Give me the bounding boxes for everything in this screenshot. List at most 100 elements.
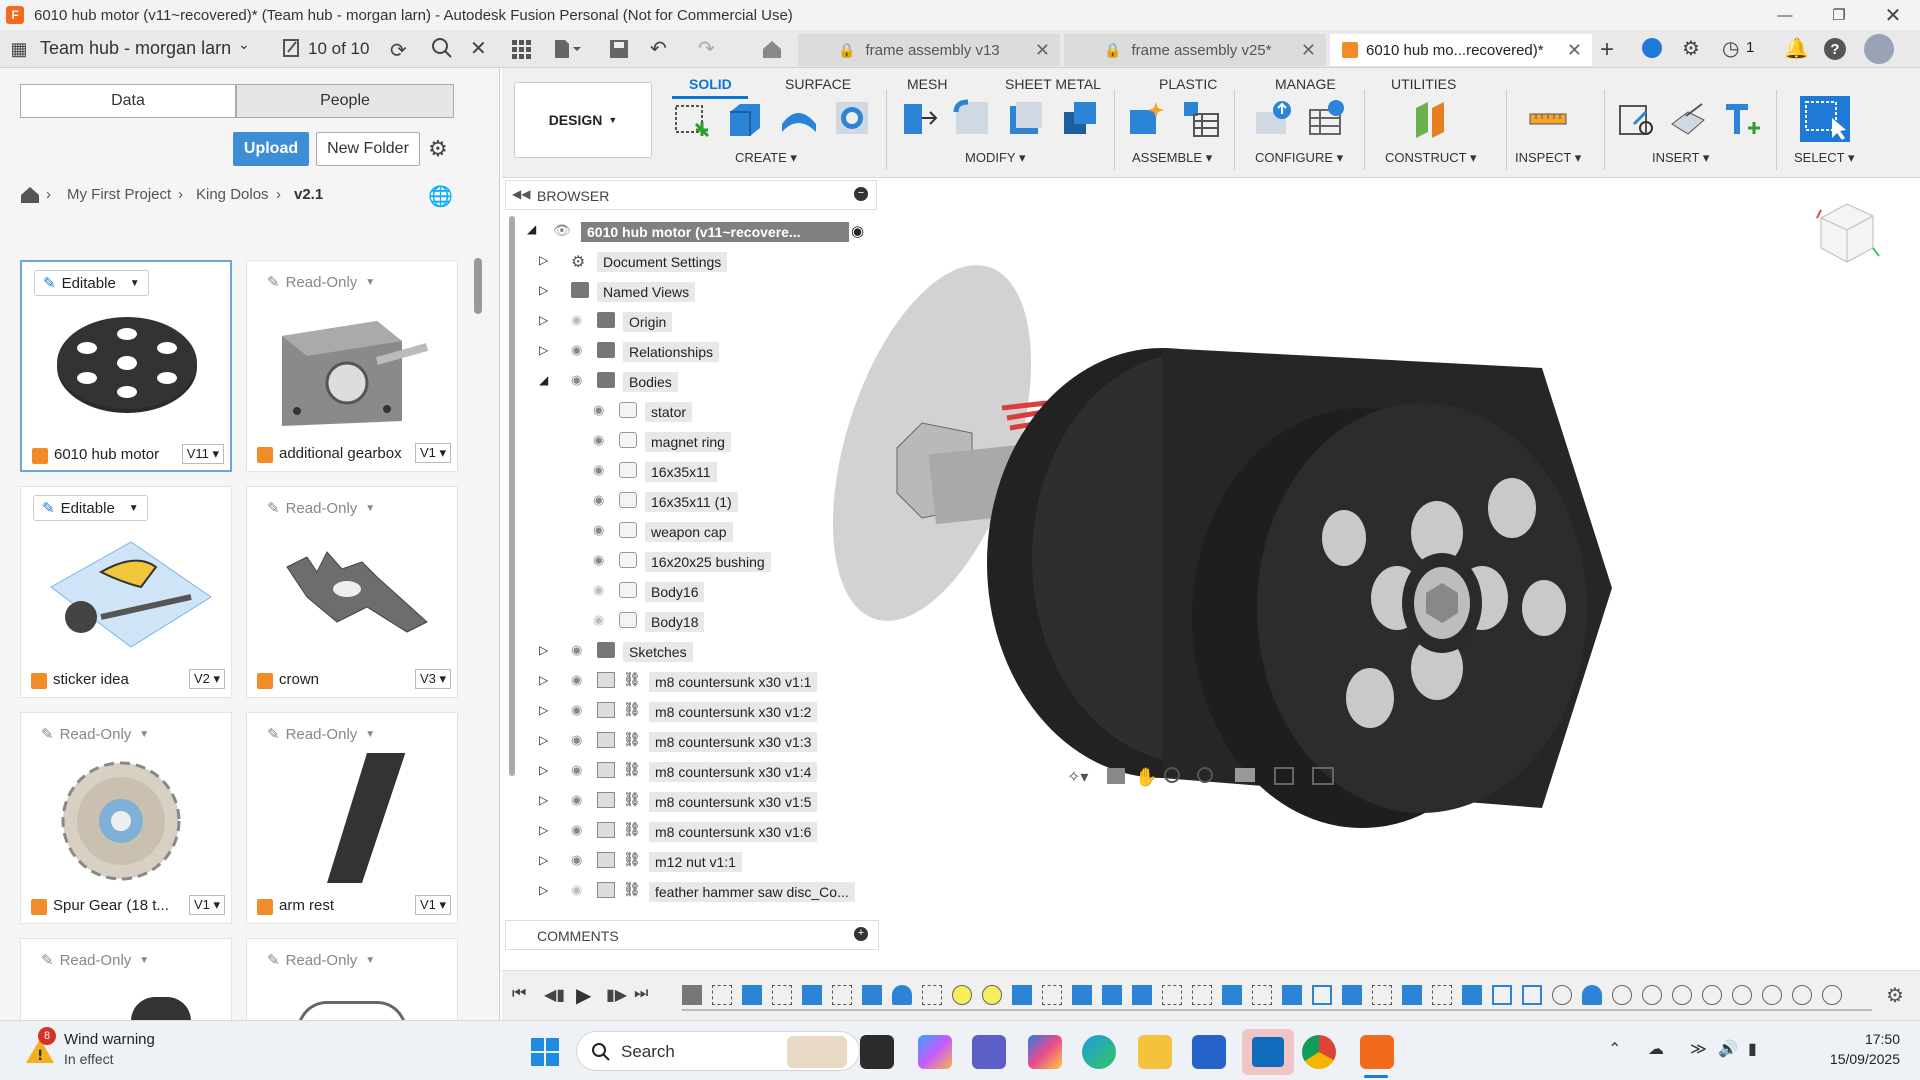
insert-mcmaster-icon[interactable] — [1720, 98, 1760, 138]
insert-menu[interactable]: INSERT ▾ — [1652, 150, 1709, 166]
shell-icon[interactable] — [1006, 98, 1046, 138]
file-explorer-icon[interactable] — [1138, 1035, 1172, 1069]
fusion-taskbar-icon[interactable] — [1360, 1035, 1394, 1069]
save-icon[interactable] — [608, 38, 630, 60]
timeline-combine-icon[interactable] — [1522, 985, 1542, 1005]
close-button[interactable]: ✕ — [1866, 0, 1920, 30]
read-only-badge[interactable]: ✎ Read-Only ▼ — [259, 495, 384, 521]
bom-icon[interactable] — [1180, 98, 1220, 138]
job-clock-icon[interactable]: ◷ — [1722, 36, 1739, 61]
new-component-icon[interactable] — [1126, 98, 1166, 138]
read-only-badge[interactable]: ✎ Read-Only ▼ — [259, 721, 384, 747]
read-only-badge[interactable]: ✎ Read-Only ▼ — [259, 947, 384, 973]
look-at-icon[interactable] — [1107, 768, 1125, 784]
select-icon[interactable] — [1800, 96, 1850, 142]
press-pull-icon[interactable] — [898, 98, 938, 138]
timeline-sketch-icon[interactable] — [1162, 985, 1182, 1005]
version-dropdown[interactable]: V2 ▾ — [188, 669, 225, 689]
insert-mesh-icon[interactable] — [1668, 98, 1708, 138]
expand-arrow-icon[interactable]: ▷ — [539, 793, 548, 807]
expand-arrow-icon[interactable]: ▷ — [539, 313, 548, 327]
timeline-joint-icon[interactable] — [1732, 985, 1752, 1005]
eye-icon[interactable]: ◉ — [593, 402, 604, 418]
browser-node-16x20x25-bushing[interactable]: ◉ 16x20x25 bushing — [505, 546, 875, 576]
expand-arrow-icon[interactable]: ▷ — [539, 673, 548, 687]
modify-menu[interactable]: MODIFY ▾ — [965, 150, 1025, 166]
expand-arrow-icon[interactable]: ▷ — [539, 343, 548, 357]
help-icon[interactable]: ? — [1824, 38, 1846, 60]
timeline-sketch-icon[interactable] — [1432, 985, 1452, 1005]
hole-icon[interactable] — [832, 98, 872, 138]
design-card-sticker-idea[interactable]: ✎ Editable ▼ sticker idea V2 ▾ — [20, 486, 232, 698]
version-dropdown[interactable]: V1 ▾ — [414, 443, 451, 463]
timeline-extrude-icon[interactable] — [1132, 985, 1152, 1005]
globe-icon[interactable]: 🌐 — [428, 184, 453, 209]
tab-frame-assembly-v25[interactable]: 🔒 frame assembly v25* ✕ — [1064, 34, 1326, 66]
battery-icon[interactable]: ▮ — [1748, 1039, 1757, 1059]
timeline-revolve-icon[interactable] — [892, 985, 912, 1005]
browser-node-document-settings[interactable]: ▷ ⚙ Document Settings — [505, 246, 875, 276]
go-to-end-icon[interactable]: ⏭ — [634, 985, 648, 1003]
construct-menu[interactable]: CONSTRUCT ▾ — [1385, 150, 1477, 166]
version-dropdown[interactable]: V1 ▾ — [188, 895, 225, 915]
timeline-revolve-icon[interactable] — [1582, 985, 1602, 1005]
inspect-menu[interactable]: INSPECT ▾ — [1515, 150, 1581, 166]
job-status-icon[interactable] — [282, 38, 302, 58]
browser-node-m12-nut-v1-1[interactable]: ▷ ◉ ⛓ m12 nut v1:1 — [505, 846, 875, 876]
comments-panel[interactable]: COMMENTS + — [505, 920, 879, 950]
search-icon[interactable] — [430, 36, 454, 60]
measure-icon[interactable] — [1528, 98, 1568, 138]
combine-icon[interactable] — [1060, 98, 1100, 138]
read-only-badge[interactable]: ✎ Read-Only ▼ — [33, 947, 158, 973]
clock-date[interactable]: 15/09/2025 — [1800, 1051, 1900, 1067]
play-icon[interactable]: ▶ — [576, 983, 591, 1008]
create-menu[interactable]: CREATE ▾ — [735, 150, 797, 166]
expand-arrow-icon[interactable]: ▷ — [539, 823, 548, 837]
browser-node-body16[interactable]: ◉ Body16 — [505, 576, 875, 606]
timeline-combine-icon[interactable] — [1492, 985, 1512, 1005]
timeline-joint-icon[interactable] — [1822, 985, 1842, 1005]
editable-badge[interactable]: ✎ Editable ▼ — [33, 495, 148, 521]
close-tab-icon[interactable]: ✕ — [1035, 40, 1050, 61]
fillet-icon[interactable] — [952, 98, 992, 138]
design-card-crown[interactable]: ✎ Read-Only ▼ crown V3 ▾ — [246, 486, 458, 698]
home-icon[interactable] — [760, 38, 784, 60]
tab-manage[interactable]: MANAGE — [1275, 76, 1336, 92]
microsoft-365-icon[interactable] — [1028, 1035, 1062, 1069]
browser-node-stator[interactable]: ◉ stator — [505, 396, 875, 426]
browser-node-m8-countersunk-x30-v1-1[interactable]: ▷ ◉ ⛓ m8 countersunk x30 v1:1 — [505, 666, 875, 696]
eye-icon[interactable]: ◉ — [571, 702, 582, 718]
design-card-arm-rest[interactable]: ✎ Read-Only ▼ arm rest V1 ▾ — [246, 712, 458, 924]
create-sketch-icon[interactable] — [670, 98, 710, 138]
extrude-icon[interactable] — [724, 98, 764, 138]
timeline-extrude-icon[interactable] — [1462, 985, 1482, 1005]
step-forward-icon[interactable]: ▮▶ — [606, 985, 627, 1005]
browser-node-m8-countersunk-x30-v1-3[interactable]: ▷ ◉ ⛓ m8 countersunk x30 v1:3 — [505, 726, 875, 756]
timeline-joint-icon[interactable] — [952, 985, 972, 1005]
collapse-arrow-icon[interactable]: ◢ — [539, 373, 548, 387]
expand-arrow-icon[interactable]: ▷ — [539, 733, 548, 747]
version-dropdown[interactable]: V1 ▾ — [414, 895, 451, 915]
tab-solid[interactable]: SOLID — [689, 76, 732, 92]
eye-hidden-icon[interactable]: ◉ — [571, 312, 582, 328]
timeline-sketch-icon[interactable] — [1192, 985, 1212, 1005]
timeline-joint-icon[interactable] — [1552, 985, 1572, 1005]
eye-icon[interactable]: ◉ — [593, 522, 604, 538]
timeline-sketch-icon[interactable] — [772, 985, 792, 1005]
browser-node-m8-countersunk-x30-v1-5[interactable]: ▷ ◉ ⛓ m8 countersunk x30 v1:5 — [505, 786, 875, 816]
timeline-sketch-icon[interactable] — [712, 985, 732, 1005]
revolve-icon[interactable] — [778, 98, 818, 138]
upload-button[interactable]: Upload — [233, 132, 309, 166]
timeline-extrude-icon[interactable] — [1012, 985, 1032, 1005]
editable-badge[interactable]: ✎ Editable ▼ — [34, 270, 149, 296]
go-to-start-icon[interactable]: ⏮ — [512, 985, 526, 1003]
timeline-sketch-icon[interactable] — [922, 985, 942, 1005]
display-settings-icon[interactable] — [1235, 768, 1255, 782]
team-selector[interactable]: Team hub - morgan larn — [40, 38, 231, 59]
eye-icon[interactable]: ◉ — [593, 552, 604, 568]
redo-icon[interactable]: ↷ — [698, 36, 715, 61]
taskbar-search[interactable]: Search — [576, 1031, 860, 1071]
timeline-joint-icon[interactable] — [1612, 985, 1632, 1005]
copilot-icon[interactable] — [918, 1035, 952, 1069]
close-panel-icon[interactable]: ✕ — [470, 36, 487, 61]
